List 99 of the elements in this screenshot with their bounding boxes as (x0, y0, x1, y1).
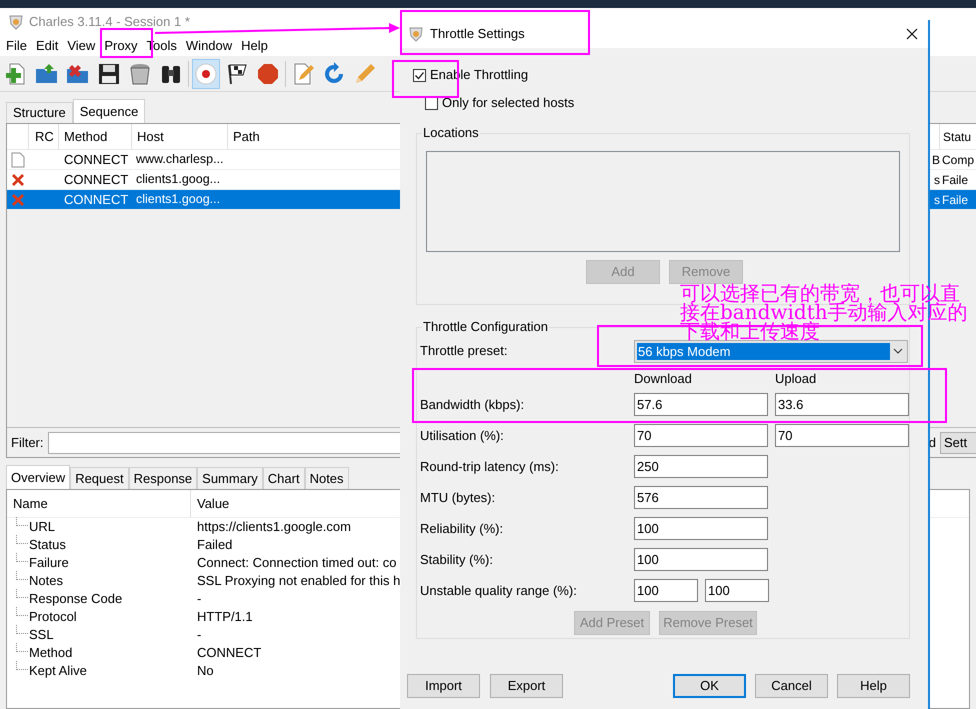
property-value: Failed (197, 536, 232, 554)
input-field[interactable]: 576 (634, 486, 768, 509)
dialog-button[interactable]: Help (837, 674, 910, 698)
menu-item[interactable]: File (6, 36, 27, 56)
menu-item[interactable]: Edit (36, 36, 58, 56)
dialog-button[interactable]: Import (407, 674, 480, 698)
property-name: Failure (29, 554, 69, 572)
field-label: Bandwidth (kbps): (419, 396, 526, 414)
field-label: Stability (%): (419, 550, 494, 569)
property-name: URL (29, 518, 56, 536)
window-title: Charles 3.11.4 - Session 1 * (29, 12, 190, 31)
table-cell-text: CONNECT (63, 150, 130, 169)
pencil-icon (353, 62, 377, 86)
property-value: SSL Proxying not enabled for this h (197, 572, 400, 590)
property-value: No (197, 662, 214, 680)
property-name: Response Code (29, 590, 122, 608)
property-name: Notes (29, 572, 63, 590)
table-cell-text: www.charlesp... (135, 151, 225, 168)
failed-icon (10, 192, 26, 208)
flag-icon (225, 62, 249, 86)
table-cell-text: clients1.goog... (135, 171, 222, 188)
table-cell-text: s (933, 172, 940, 186)
locations-list[interactable] (426, 151, 900, 252)
field-label: Utilisation (%): (419, 426, 505, 445)
table-cell-text: Faile (941, 192, 970, 206)
field-label: MTU (bytes): (419, 488, 496, 507)
menu-item[interactable]: View (67, 36, 96, 56)
group-title: Throttle Configuration (422, 319, 550, 335)
tab[interactable]: Summary (197, 467, 263, 489)
property-name: Method (29, 644, 72, 662)
property-name: Kept Alive (29, 662, 87, 680)
preset-dropdown[interactable]: 56 kbps Modem (634, 340, 908, 362)
tab[interactable]: Chart (262, 467, 305, 489)
dialog-button[interactable]: OK (673, 674, 746, 698)
column-header: Upload (775, 370, 816, 388)
table-cell-text: CONNECT (63, 170, 130, 189)
field-label: Unstable quality range (%): (419, 582, 578, 600)
column-header[interactable]: Host (132, 124, 228, 149)
chevron-down-icon (893, 348, 903, 354)
tab[interactable]: Overview (6, 465, 70, 489)
input-field[interactable]: 250 (634, 455, 768, 478)
tab[interactable]: Request (70, 467, 129, 489)
column-header[interactable]: Statu (940, 124, 976, 149)
field-label: Throttle preset: (419, 342, 508, 360)
property-name: SSL (29, 626, 54, 644)
dialog-button[interactable]: Export (490, 674, 563, 698)
property-value: - (197, 626, 202, 644)
table-cell-text: CONNECT (63, 190, 130, 209)
property-value: CONNECT (197, 644, 262, 662)
input-field[interactable]: 70 (634, 424, 768, 447)
property-value: Connect: Connection timed out: co (197, 554, 396, 572)
stop-icon (256, 62, 280, 86)
close-icon[interactable] (906, 28, 918, 40)
table-cell-text: clients1.goog... (135, 191, 222, 208)
filter-label: Filter: (11, 434, 44, 452)
table-cell-text: Faile (941, 172, 970, 186)
menu-item[interactable]: Proxy (104, 36, 138, 56)
field-label: Round-trip latency (ms): (419, 458, 560, 476)
property-name: Status (29, 536, 66, 554)
property-value: HTTP/1.1 (197, 608, 253, 626)
table-cell-text: Comp (941, 152, 976, 166)
save-icon (97, 62, 121, 86)
trash-icon (128, 62, 152, 86)
folder-icon (35, 62, 59, 86)
input-field[interactable]: 70 (775, 424, 909, 447)
input-field[interactable]: 100 (634, 548, 768, 571)
settings-button[interactable]: Sett (940, 432, 976, 454)
input-field[interactable]: 33.6 (775, 393, 909, 416)
menu-item[interactable]: Help (241, 36, 268, 56)
checkbox[interactable] (413, 68, 426, 82)
preset-value: 56 kbps Modem (637, 342, 890, 360)
menu-item[interactable]: Window (186, 36, 232, 56)
property-name: Protocol (29, 608, 77, 626)
column-header[interactable]: Method (59, 124, 132, 149)
column-header: Download (634, 370, 693, 388)
failed-icon (10, 172, 26, 188)
input-field[interactable]: 100 (634, 579, 698, 602)
tab[interactable]: Sequence (72, 99, 146, 123)
app-icon (8, 14, 24, 30)
table-cell-text: s (933, 192, 940, 206)
tab[interactable]: Structure (6, 102, 73, 123)
input-field[interactable]: 100 (634, 517, 768, 540)
property-value: https://clients1.google.com (197, 518, 351, 536)
field-label: Reliability (%): (419, 520, 504, 538)
checkbox-label: Only for selected hosts (442, 94, 574, 112)
app-icon (408, 26, 424, 42)
column-header[interactable]: Name (7, 490, 191, 517)
property-value: - (197, 590, 202, 608)
dialog-button[interactable]: Cancel (755, 674, 828, 698)
dialog-title: Throttle Settings (430, 25, 525, 44)
table-cell-text: B (930, 152, 940, 166)
checkmark-icon (414, 70, 425, 80)
record-icon (194, 62, 218, 86)
column-header[interactable]: RC (29, 124, 59, 149)
input-field[interactable]: 100 (705, 579, 769, 602)
tab[interactable]: Response (128, 467, 198, 489)
input-field[interactable]: 57.6 (634, 393, 768, 416)
tab[interactable]: Notes (304, 467, 349, 489)
refresh-icon (322, 62, 346, 86)
